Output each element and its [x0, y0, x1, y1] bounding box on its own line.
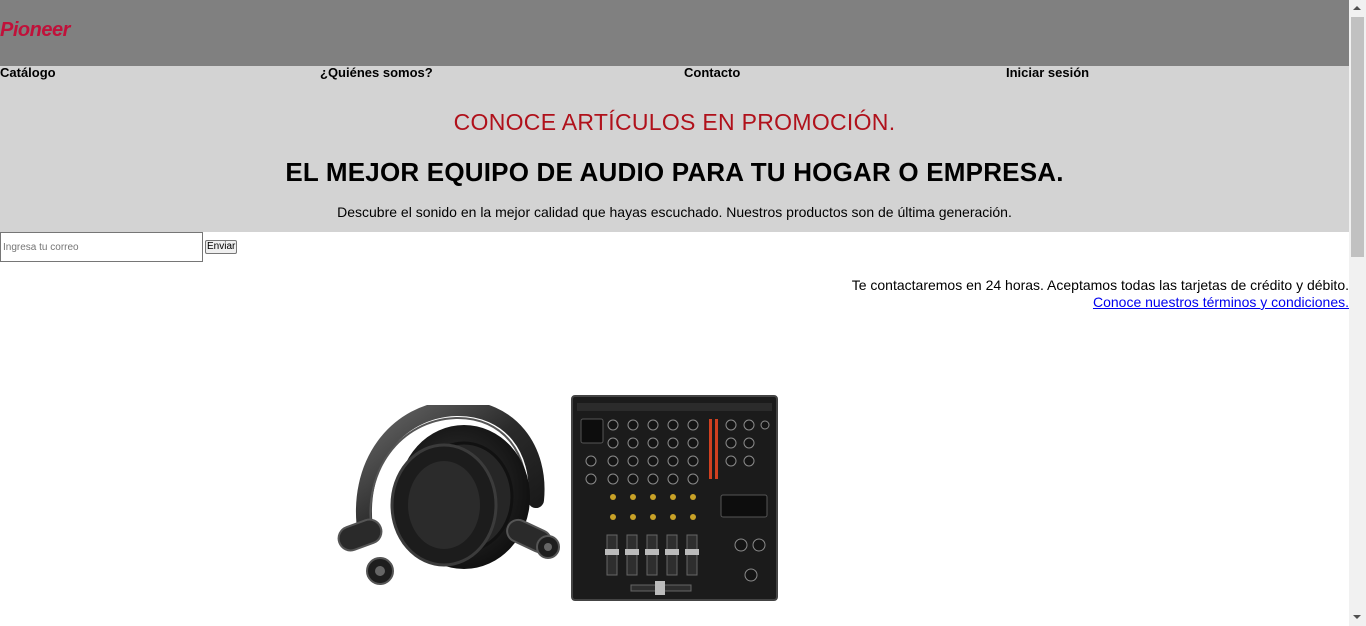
vertical-scrollbar[interactable] — [1349, 0, 1366, 626]
scroll-down-arrow-icon[interactable] — [1349, 609, 1366, 626]
dj-mixer-product-image[interactable] — [571, 395, 778, 601]
headphones-product-image[interactable] — [336, 405, 564, 587]
nav-iniciar-sesion[interactable]: Iniciar sesión — [1006, 66, 1089, 80]
scroll-up-arrow-icon[interactable] — [1349, 0, 1366, 17]
page-headline: EL MEJOR EQUIPO DE AUDIO PARA TU HOGAR O… — [285, 157, 1064, 187]
nav-contacto[interactable]: Contacto — [684, 66, 740, 80]
terms-link[interactable]: Conoce nuestros términos y condiciones. — [1093, 294, 1349, 310]
promo-heading: CONOCE ARTÍCULOS EN PROMOCIÓN. — [453, 109, 896, 135]
contact-info-text: Te contactaremos en 24 horas. Aceptamos … — [851, 277, 1349, 293]
nav-catalogo[interactable]: Catálogo — [0, 66, 56, 80]
nav-quienes-somos[interactable]: ¿Quiénes somos? — [320, 66, 433, 80]
site-header: Pioneer — [0, 0, 1349, 66]
hero-band: Catálogo ¿Quiénes somos? Contacto Inicia… — [0, 66, 1349, 232]
contact-info: Te contactaremos en 24 horas. Aceptamos … — [852, 277, 1349, 311]
scrollbar-thumb[interactable] — [1351, 17, 1364, 257]
pioneer-logo[interactable]: Pioneer — [0, 19, 70, 42]
send-button[interactable]: Enviar — [205, 240, 238, 254]
page: Pioneer Catálogo ¿Quiénes somos? Contact… — [0, 0, 1349, 626]
hero-description: Descubre el sonido en la mejor calidad q… — [337, 204, 1012, 220]
email-input[interactable] — [0, 232, 203, 262]
